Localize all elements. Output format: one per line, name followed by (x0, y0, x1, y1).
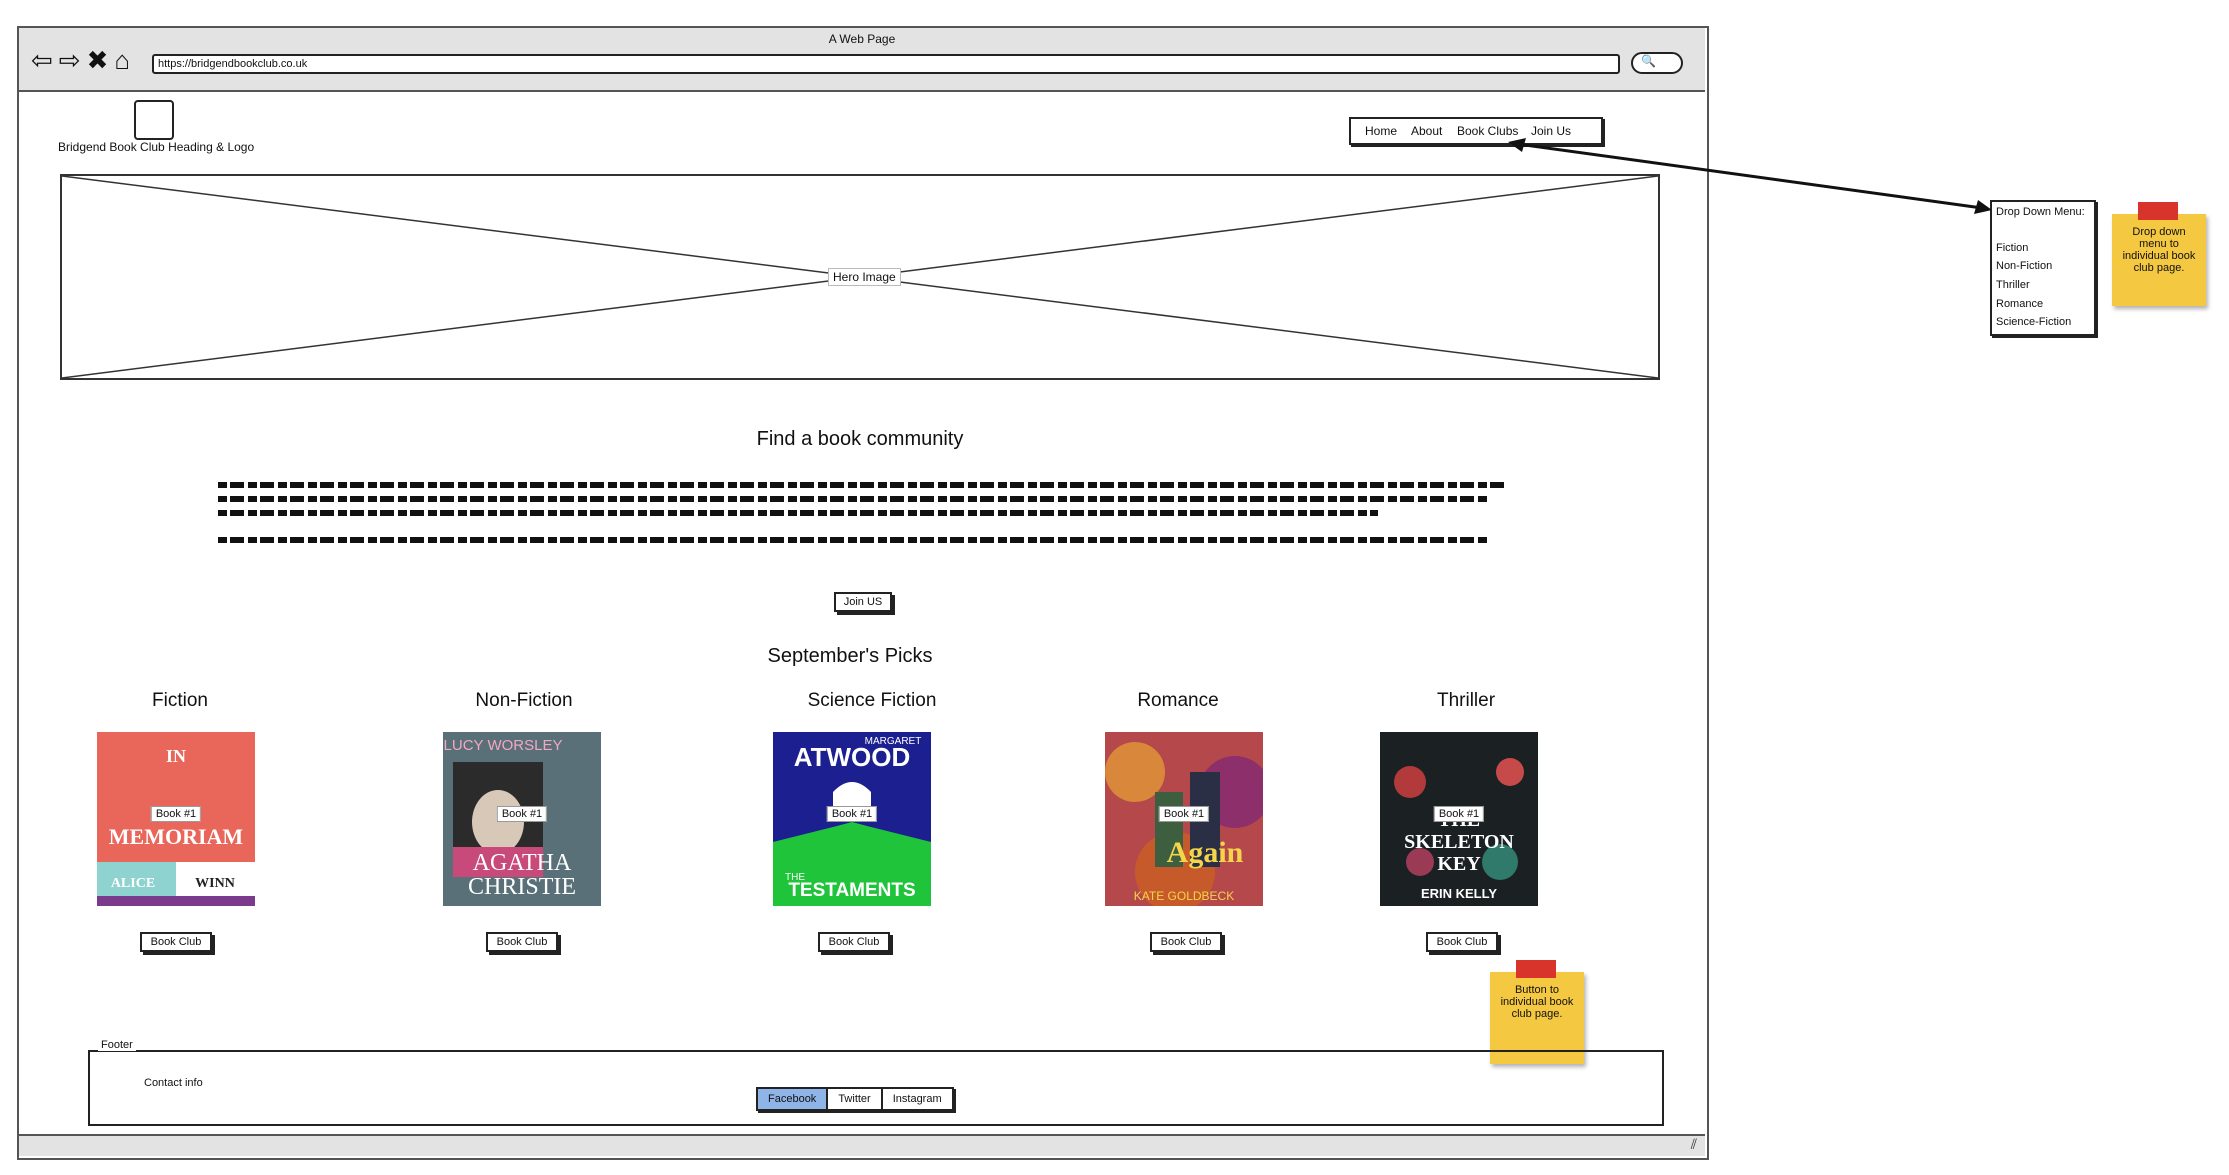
sticky-tape (2138, 202, 2178, 220)
book-club-button-science-fiction[interactable]: Book Club (818, 932, 890, 952)
cover-title: AGATHA (473, 850, 572, 876)
category-romance: Romance (1137, 690, 1219, 711)
dropdown-item: Romance (1996, 298, 2044, 310)
annotation-arrow (1508, 138, 1992, 214)
sticky-note-text: Button to individual book club page. (1500, 984, 1574, 1020)
footer-legend: Footer (98, 1039, 136, 1051)
dropdown-item: Non-Fiction (1996, 260, 2053, 272)
logo-placeholder[interactable] (134, 100, 174, 140)
cover-title: IN (166, 746, 186, 766)
close-icon[interactable]: ✖ (87, 45, 115, 75)
cover-title: MEMORIAM (109, 824, 244, 849)
cover-author: ALICE (111, 876, 155, 891)
book-label: Book #1 (150, 806, 202, 822)
picks-heading: September's Picks (767, 645, 933, 667)
nav-home[interactable]: Home (1365, 124, 1397, 138)
home-icon[interactable]: ⌂ (114, 45, 136, 75)
cover-author: WINN (195, 876, 235, 891)
dropdown-item: Thriller (1996, 279, 2030, 291)
back-icon[interactable]: ⇦ (31, 45, 59, 75)
book-cover-romance[interactable]: Again KATE GOLDBECK Book #1 (1105, 732, 1263, 906)
cover-title: TESTAMENTS (788, 880, 915, 901)
book-cover-science-fiction[interactable]: MARGARET ATWOOD THE TESTAMENTS Book #1 (773, 732, 931, 906)
dropdown-item: Fiction (1996, 242, 2029, 254)
cover-title: SKELETON (1404, 831, 1514, 853)
category-science-fiction: Science Fiction (807, 690, 937, 711)
resize-grip-icon[interactable]: ⫽ (1691, 1136, 1697, 1153)
browser-nav-icons: ⇦⇨✖⌂ (31, 46, 136, 74)
book-cover-thriller[interactable]: THE SKELETON KEY ERIN KELLY Book #1 (1380, 732, 1538, 906)
book-club-button-thriller[interactable]: Book Club (1426, 932, 1498, 952)
category-thriller: Thriller (1436, 690, 1496, 711)
sticky-note-dropdown: Drop down menu to individual book club p… (2112, 214, 2206, 306)
book-cover-non-fiction[interactable]: LUCY WORSLEY AGATHA CHRISTIE Book #1 (443, 732, 601, 906)
book-label: Book #1 (1433, 806, 1485, 822)
hero-label: Hero Image (828, 268, 901, 286)
book-cover-fiction[interactable]: IN MEMORIAM ALICE WINN Book #1 (97, 732, 255, 906)
intro-text-line (218, 537, 1488, 543)
join-us-button[interactable]: Join US (834, 592, 892, 612)
browser-statusbar: ⫽ (19, 1134, 1705, 1156)
nav-about[interactable]: About (1411, 124, 1442, 138)
window-title: A Web Page (828, 32, 896, 46)
cover-author: ERIN KELLY (1421, 886, 1497, 901)
browser-titlebar: A Web Page ⇦⇨✖⌂ https://bridgendbookclub… (19, 28, 1705, 92)
cover-title: Again (1167, 836, 1244, 869)
hero-image: Hero Image (60, 174, 1660, 380)
dropdown-title: Drop Down Menu: (1996, 206, 2085, 218)
facebook-link[interactable]: Facebook (758, 1089, 829, 1109)
browser-search-button[interactable]: 🔍 (1631, 52, 1683, 74)
cover-author: KATE GOLDBECK (1134, 889, 1234, 903)
book-label: Book #1 (826, 806, 878, 822)
cover-author: LUCY WORSLEY (444, 737, 563, 754)
cover-title: CHRISTIE (468, 874, 576, 900)
twitter-link[interactable]: Twitter (828, 1089, 883, 1109)
intro-text-line (218, 510, 1378, 516)
book-label: Book #1 (1158, 806, 1210, 822)
book-club-button-fiction[interactable]: Book Club (140, 932, 212, 952)
social-links: Facebook Twitter Instagram (756, 1087, 954, 1111)
search-icon: 🔍 (1641, 54, 1656, 68)
intro-heading: Find a book community (756, 428, 964, 450)
forward-icon[interactable]: ⇨ (59, 45, 87, 75)
category-fiction: Fiction (152, 690, 208, 711)
cover-title: KEY (1437, 853, 1481, 875)
dropdown-item: Science-Fiction (1996, 316, 2072, 328)
intro-text-line (218, 496, 1488, 502)
dropdown-menu-annotation: Drop Down Menu: Fiction Non-Fiction Thri… (1990, 200, 2096, 336)
sticky-tape (1516, 960, 1556, 978)
book-club-button-non-fiction[interactable]: Book Club (486, 932, 558, 952)
category-non-fiction: Non-Fiction (475, 690, 573, 711)
instagram-link[interactable]: Instagram (883, 1089, 952, 1109)
book-club-button-romance[interactable]: Book Club (1150, 932, 1222, 952)
intro-text-line (218, 482, 1508, 488)
sticky-note-text: Drop down menu to individual book club p… (2122, 226, 2196, 274)
book-label: Book #1 (496, 806, 548, 822)
site-heading: Bridgend Book Club Heading & Logo (58, 140, 255, 154)
cover-author: ATWOOD (794, 742, 911, 772)
url-bar[interactable]: https://bridgendbookclub.co.uk (152, 54, 1620, 74)
contact-info: Contact info (144, 1077, 203, 1089)
